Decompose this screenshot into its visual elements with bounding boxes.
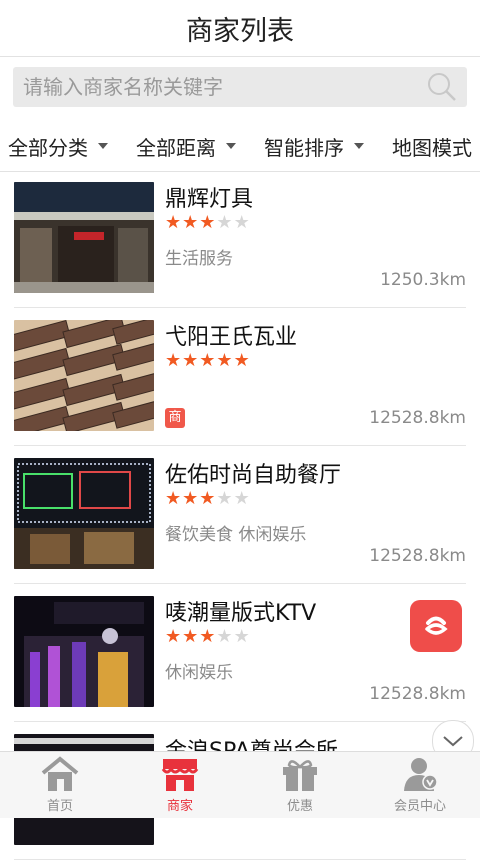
merchant-photo — [14, 458, 154, 569]
star-icon: ★ — [165, 488, 182, 509]
shop-icon — [161, 759, 199, 791]
star-icon: ★ — [233, 626, 250, 647]
search-bar — [0, 57, 480, 111]
merchant-photo — [14, 320, 154, 431]
merchant-category: 休闲娱乐 — [165, 663, 233, 683]
rating-stars: ★ ★ ★ ★ ★ — [165, 628, 251, 646]
rating-stars: ★ ★ ★ ★ ★ — [165, 490, 251, 508]
star-icon: ★ — [182, 626, 199, 647]
map-mode-button[interactable]: 地图模式 — [392, 132, 472, 161]
bottom-tab-bar: 首页 商家 优惠 会员中心 — [0, 751, 480, 818]
star-icon: ★ — [165, 350, 182, 371]
filter-label: 智能排序 — [264, 135, 344, 160]
star-icon: ★ — [182, 350, 199, 371]
filter-label: 全部分类 — [8, 135, 88, 160]
merchant-distance: 12528.8km — [369, 684, 466, 704]
star-icon: ★ — [199, 350, 216, 371]
filter-category[interactable]: 全部分类 — [8, 132, 116, 161]
star-icon: ★ — [233, 212, 250, 233]
merchant-distance: 12528.8km — [369, 408, 466, 428]
tab-label: 首页 — [46, 799, 73, 814]
star-icon: ★ — [233, 488, 250, 509]
star-icon: ★ — [216, 626, 233, 647]
search-box[interactable] — [13, 67, 467, 107]
chevron-down-icon — [443, 736, 463, 747]
merchant-item[interactable]: 唛潮量版式KTV ★ ★ ★ ★ ★ 休闲娱乐 12528.8km — [14, 584, 466, 722]
filter-sort[interactable]: 智能排序 — [264, 132, 372, 161]
tab-home[interactable]: 首页 — [0, 752, 120, 818]
merchant-item[interactable]: 鼎辉灯具 ★ ★ ★ ★ ★ 生活服务 1250.3km — [14, 170, 466, 308]
merchant-name: 鼎辉灯具 — [165, 187, 254, 212]
merchant-distance: 1250.3km — [380, 270, 466, 290]
filter-label: 地图模式 — [392, 135, 472, 160]
star-icon: ★ — [199, 626, 216, 647]
caret-down-icon — [226, 143, 236, 149]
merchant-category: 餐饮美食 休闲娱乐 — [165, 525, 307, 545]
merchant-name: 佐佑时尚自助餐厅 — [165, 463, 342, 488]
caret-down-icon — [98, 143, 108, 149]
page-title: 商家列表 — [186, 15, 294, 47]
star-icon: ★ — [199, 212, 216, 233]
star-icon: ★ — [182, 212, 199, 233]
star-icon: ★ — [216, 212, 233, 233]
tab-label: 优惠 — [286, 799, 313, 814]
merchant-category: 生活服务 — [165, 249, 233, 269]
star-icon: ★ — [233, 350, 250, 371]
search-input[interactable] — [23, 75, 427, 99]
rating-stars: ★ ★ ★ ★ ★ — [165, 214, 251, 232]
tab-deals[interactable]: 优惠 — [240, 752, 360, 818]
merchant-photo — [14, 182, 154, 293]
filter-distance[interactable]: 全部距离 — [136, 132, 244, 161]
app-logo-icon[interactable] — [410, 600, 462, 652]
page-header: 商家列表 — [0, 0, 480, 57]
gift-icon — [283, 760, 317, 791]
tab-label: 商家 — [166, 799, 193, 814]
search-icon[interactable] — [427, 72, 457, 102]
tab-member-center[interactable]: 会员中心 — [360, 752, 480, 818]
home-icon — [41, 756, 79, 791]
star-icon: ★ — [216, 488, 233, 509]
caret-down-icon — [354, 143, 364, 149]
star-icon: ★ — [182, 488, 199, 509]
merchant-name: 弋阳王氏瓦业 — [165, 325, 298, 350]
star-icon: ★ — [199, 488, 216, 509]
filter-label: 全部距离 — [136, 135, 216, 160]
merchant-item[interactable]: 佐佑时尚自助餐厅 ★ ★ ★ ★ ★ 餐饮美食 休闲娱乐 12528.8km — [14, 446, 466, 584]
tab-label: 会员中心 — [393, 799, 446, 814]
merchant-photo — [14, 596, 154, 707]
rating-stars: ★ ★ ★ ★ ★ — [165, 352, 251, 370]
member-icon — [404, 758, 438, 791]
star-icon: ★ — [216, 350, 233, 371]
filter-bar: 全部分类 全部距离 智能排序 地图模式 — [0, 121, 480, 172]
merchant-name: 唛潮量版式KTV — [165, 601, 317, 626]
star-icon: ★ — [165, 626, 182, 647]
merchant-distance: 12528.8km — [369, 546, 466, 566]
star-icon: ★ — [165, 212, 182, 233]
tab-shops[interactable]: 商家 — [120, 752, 240, 818]
merchant-item[interactable]: 弋阳王氏瓦业 ★ ★ ★ ★ ★ 商 12528.8km — [14, 308, 466, 446]
merchant-badge: 商 — [165, 408, 185, 428]
